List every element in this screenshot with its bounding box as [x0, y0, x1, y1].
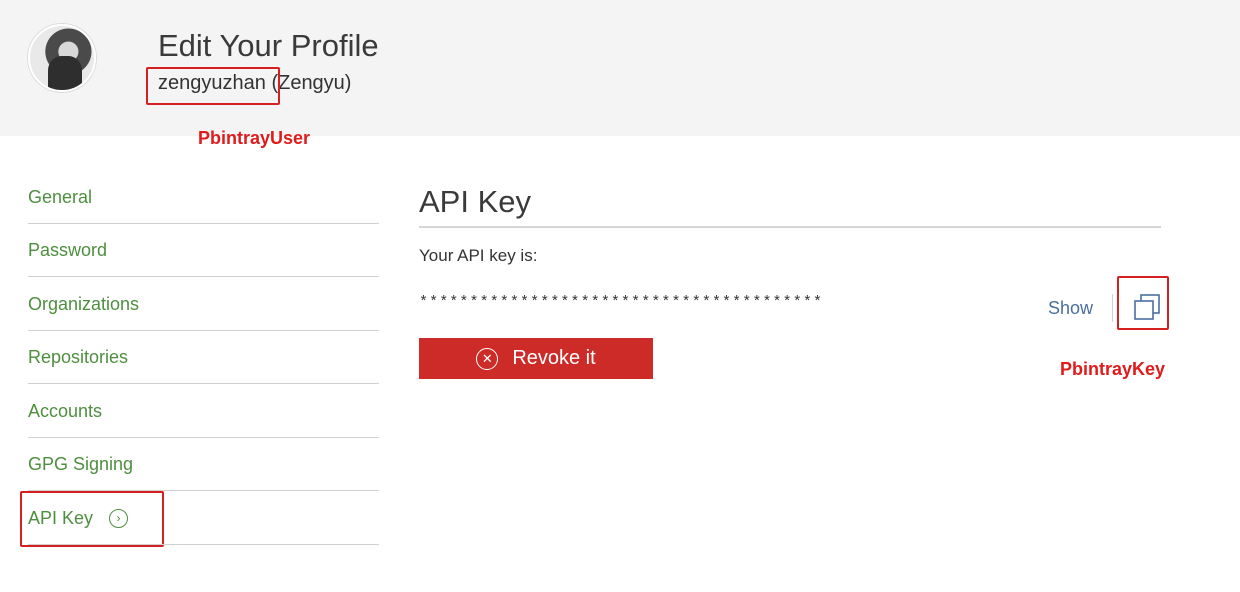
- profile-header: Edit Your Profile zengyuzhan (Zengyu): [0, 0, 1240, 136]
- divider: [1112, 294, 1113, 322]
- user-line: zengyuzhan (Zengyu): [158, 72, 351, 95]
- sidebar-item-label: API Key: [28, 507, 94, 528]
- api-key-panel: API Key Your API key is: ***************…: [419, 184, 1161, 379]
- copy-icon[interactable]: [1131, 292, 1163, 324]
- display-name: (Zengyu): [271, 72, 352, 94]
- sidebar-item-password[interactable]: Password: [28, 224, 379, 277]
- chevron-right-circle-icon: ›: [109, 508, 129, 528]
- settings-sidebar: General Password Organizations Repositor…: [28, 170, 379, 545]
- api-key-intro: Your API key is:: [419, 246, 538, 265]
- sidebar-item-organizations[interactable]: Organizations: [28, 277, 379, 331]
- sidebar-item-label: Repositories: [28, 347, 129, 368]
- sidebar-item-label: Password: [28, 240, 108, 261]
- sidebar-item-general[interactable]: General: [28, 170, 379, 224]
- sidebar-item-accounts[interactable]: Accounts: [28, 384, 379, 438]
- revoke-button[interactable]: ✕ Revoke it: [419, 338, 653, 379]
- sidebar-item-repositories[interactable]: Repositories: [28, 331, 379, 384]
- key-annotation-label: PbintrayKey: [1060, 359, 1166, 379]
- user-annotation-label: PbintrayUser: [198, 128, 311, 148]
- close-circle-icon: ✕: [476, 347, 499, 370]
- api-key-row: ****************************************…: [419, 288, 1161, 322]
- show-key-link[interactable]: Show: [1048, 298, 1093, 319]
- avatar[interactable]: [28, 24, 96, 92]
- sidebar-item-gpg-signing[interactable]: GPG Signing: [28, 438, 379, 491]
- sidebar-item-label: General: [28, 186, 93, 207]
- sidebar-item-api-key[interactable]: API Key ›: [28, 491, 379, 545]
- sidebar-item-label: Accounts: [28, 400, 103, 421]
- sidebar-item-label: GPG Signing: [28, 454, 134, 475]
- section-title: API Key: [419, 184, 1161, 228]
- page-title: Edit Your Profile: [158, 28, 379, 63]
- revoke-button-label: Revoke it: [512, 347, 596, 369]
- masked-api-key: ****************************************: [419, 294, 824, 311]
- sidebar-item-label: Organizations: [28, 293, 140, 314]
- username: zengyuzhan: [158, 72, 266, 94]
